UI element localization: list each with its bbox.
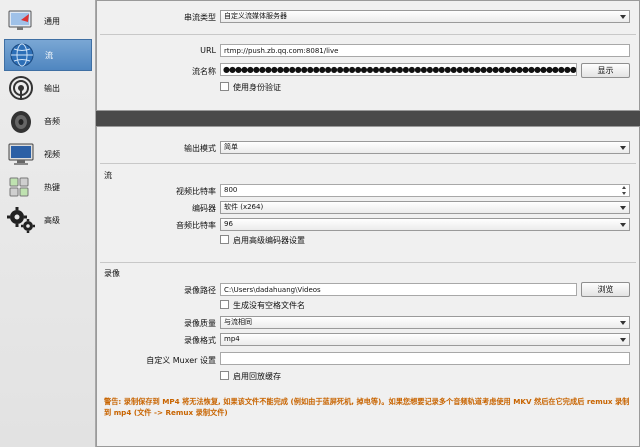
sidebar-item-label: 视频 xyxy=(44,149,60,159)
chevron-down-icon xyxy=(620,206,626,210)
output-mode-value: 简单 xyxy=(224,143,238,151)
stream-section-title: 流 xyxy=(104,171,112,180)
no-space-filename-label: 生成没有空格文件名 xyxy=(233,301,305,310)
no-space-filename-checkbox[interactable] xyxy=(220,300,229,309)
recording-section-title: 录像 xyxy=(104,269,120,278)
stream-globe-icon xyxy=(5,40,39,70)
sidebar-item-label: 流 xyxy=(45,50,53,60)
chevron-down-icon xyxy=(620,338,626,342)
sidebar-item-hotkeys[interactable]: 热键 xyxy=(4,171,92,203)
sidebar-item-video[interactable]: 视频 xyxy=(4,138,92,170)
rec-path-input[interactable] xyxy=(220,283,577,296)
video-bitrate-input[interactable]: 800 xyxy=(220,184,630,197)
spinner-arrows-icon[interactable] xyxy=(620,186,628,195)
url-label: URL xyxy=(200,46,216,55)
video-bitrate-value: 800 xyxy=(224,186,238,194)
rec-format-select[interactable]: mp4 xyxy=(220,333,630,346)
auth-checkbox[interactable] xyxy=(220,82,229,91)
hotkey-keyboard-icon xyxy=(4,172,38,202)
sidebar-item-label: 高级 xyxy=(44,215,60,225)
divider xyxy=(100,34,636,35)
encoder-value: 软件 (x264) xyxy=(224,203,264,211)
audio-speaker-icon xyxy=(4,106,38,136)
chevron-down-icon xyxy=(620,15,626,19)
stream-type-select[interactable]: 自定义流媒体服务器 xyxy=(220,10,630,23)
sidebar-item-label: 通用 xyxy=(44,16,60,26)
sidebar-item-label: 输出 xyxy=(44,83,60,93)
divider xyxy=(100,163,636,164)
replay-buffer-checkbox[interactable] xyxy=(220,371,229,380)
sidebar-item-advanced[interactable]: 高级 xyxy=(4,204,92,236)
sidebar-item-label: 音频 xyxy=(44,116,60,126)
output-broadcast-icon xyxy=(4,73,38,103)
chevron-down-icon xyxy=(620,146,626,150)
sidebar-item-general[interactable]: 通用 xyxy=(4,5,92,37)
sidebar-item-label: 热键 xyxy=(44,182,60,192)
chevron-down-icon xyxy=(620,223,626,227)
advanced-gears-icon xyxy=(4,205,38,235)
sidebar-item-stream[interactable]: 流 xyxy=(4,39,92,71)
mp4-warning-text: 警告: 录制保存到 MP4 将无法恢复, 如果该文件不能完成 (例如由于蓝屏死机… xyxy=(104,397,630,417)
audio-bitrate-select[interactable]: 96 xyxy=(220,218,630,231)
rec-format-label: 录像格式 xyxy=(184,336,216,345)
url-input[interactable] xyxy=(220,44,630,57)
encoder-label: 编码器 xyxy=(192,204,216,213)
rec-quality-select[interactable]: 与流相同 xyxy=(220,316,630,329)
sidebar-item-output[interactable]: 输出 xyxy=(4,72,92,104)
show-key-button[interactable]: 显示 xyxy=(581,63,630,78)
rec-quality-label: 录像质量 xyxy=(184,319,216,328)
replay-buffer-label: 启用回放缓存 xyxy=(233,372,281,381)
audio-bitrate-label: 音频比特率 xyxy=(176,221,216,230)
rec-path-label: 录像路径 xyxy=(184,286,216,295)
muxer-label: 自定义 Muxer 设置 xyxy=(146,356,216,365)
output-mode-select[interactable]: 简单 xyxy=(220,141,630,154)
stream-key-input[interactable]: ●●●●●●●●●●●●●●●●●●●●●●●●●●●●●●●●●●●●●●●●… xyxy=(220,63,577,76)
output-mode-label: 输出模式 xyxy=(184,144,216,153)
stream-key-label: 流名称 xyxy=(192,67,216,76)
rec-format-value: mp4 xyxy=(224,335,240,343)
muxer-input[interactable] xyxy=(220,352,630,365)
settings-sidebar: 通用 流 输出 音频 视频 热键 高级 xyxy=(0,0,96,447)
chevron-down-icon xyxy=(620,321,626,325)
audio-bitrate-value: 96 xyxy=(224,220,233,228)
advanced-encoder-label: 启用高级编码器设置 xyxy=(233,236,305,245)
video-bitrate-label: 视频比特率 xyxy=(176,187,216,196)
stream-type-value: 自定义流媒体服务器 xyxy=(224,12,287,20)
video-monitor-icon xyxy=(4,139,38,169)
divider xyxy=(100,262,636,263)
encoder-select[interactable]: 软件 (x264) xyxy=(220,201,630,214)
auth-label: 使用身份验证 xyxy=(233,83,281,92)
stream-type-label: 串流类型 xyxy=(184,13,216,22)
advanced-encoder-checkbox[interactable] xyxy=(220,235,229,244)
general-monitor-icon xyxy=(4,6,38,36)
rec-quality-value: 与流相同 xyxy=(224,318,252,326)
browse-button[interactable]: 浏览 xyxy=(581,282,630,297)
sidebar-item-audio[interactable]: 音频 xyxy=(4,105,92,137)
